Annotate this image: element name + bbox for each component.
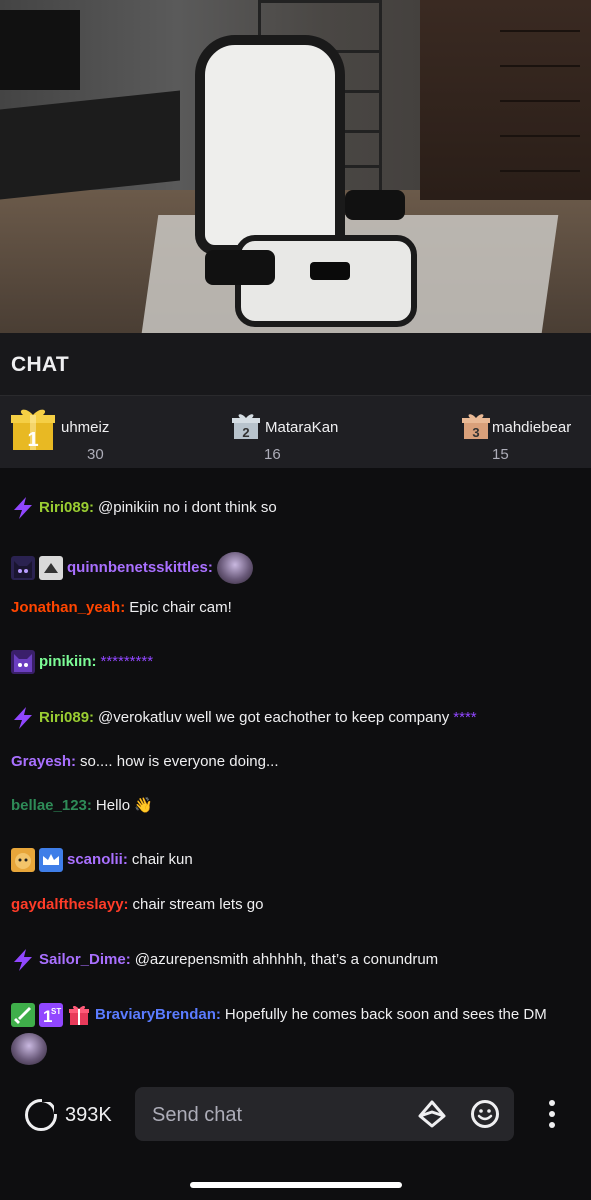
- chat-username[interactable]: gaydalftheslayy:: [11, 894, 129, 916]
- dog-emote-badge-icon: [11, 848, 35, 872]
- video-phone: [310, 262, 350, 280]
- leaderboard-name: MataraKan: [265, 419, 339, 436]
- video-monitor: [0, 10, 80, 90]
- chat-text-redacted: *********: [100, 653, 154, 670]
- svg-text:2: 2: [242, 425, 249, 440]
- video-player[interactable]: [0, 0, 591, 333]
- chat-message[interactable]: Sailor_Dime: @azurepensmith ahhhhh, that…: [11, 948, 581, 972]
- chat-username[interactable]: BraviaryBrendan:: [95, 1004, 221, 1026]
- chat-message[interactable]: scanolii: chair kun: [11, 848, 581, 872]
- send-chat-field[interactable]: [135, 1087, 514, 1143]
- chat-message[interactable]: bellae_123: Hello 👋: [11, 795, 581, 817]
- bits-diamond-icon[interactable]: [417, 1099, 447, 1129]
- chat-username[interactable]: scanolii:: [67, 849, 128, 871]
- chat-username[interactable]: quinnbenetsskittles:: [67, 557, 213, 579]
- chat-text: @pinikiin no i dont think so: [98, 499, 277, 516]
- video-chair-arm: [205, 250, 275, 285]
- video-chair-arm: [345, 190, 405, 220]
- chat-text: Hello 👋: [95, 797, 153, 814]
- channel-points-button[interactable]: 393K: [25, 1099, 112, 1131]
- gift-gold-icon: 1: [11, 409, 55, 451]
- chat-text: chair kun: [131, 851, 193, 868]
- leaderboard-count: 16: [264, 446, 281, 463]
- leaderboard-name: mahdiebear: [492, 419, 572, 436]
- leaderboard-count: 15: [492, 446, 509, 463]
- svg-text:ST: ST: [51, 1007, 61, 1016]
- chat-username[interactable]: pinikiin:: [39, 651, 97, 673]
- chat-username[interactable]: Sailor_Dime:: [39, 949, 131, 971]
- video-desk: [0, 90, 180, 200]
- chat-title: CHAT: [11, 353, 69, 376]
- chat-message[interactable]: 1 ST BraviaryBrendan: Hopefully he comes …: [11, 1003, 581, 1065]
- home-indicator[interactable]: [190, 1182, 402, 1188]
- bits-lightning-icon: [14, 497, 32, 519]
- chat-messages[interactable]: Riri089: @pinikiin no i dont think so qu…: [0, 468, 591, 1073]
- chat-message[interactable]: gaydalftheslayy: chair stream lets go: [11, 894, 581, 916]
- channel-points-icon: [25, 1099, 57, 1131]
- triangle-badge-icon: [39, 556, 63, 580]
- chat-username[interactable]: Jonathan_yeah:: [11, 597, 125, 619]
- leaderboard-count: 30: [87, 446, 104, 463]
- gift-bronze-icon: 3: [462, 414, 490, 440]
- sword-badge-icon: [11, 1003, 35, 1027]
- anime-emote-icon: [11, 1033, 47, 1065]
- leaderboard-entry-2[interactable]: 2 MataraKan 16: [232, 404, 432, 464]
- bits-lightning-icon: [14, 707, 32, 729]
- chat-message[interactable]: quinnbenetsskittles:: [11, 552, 581, 584]
- more-vertical-icon[interactable]: [540, 1099, 564, 1129]
- chat-message[interactable]: Riri089: @pinikiin no i dont think so: [11, 496, 581, 520]
- chat-input-bar: 393K: [0, 1075, 591, 1200]
- leaderboard-entry-1[interactable]: 1 uhmeiz 30: [11, 404, 211, 464]
- chat-username[interactable]: Grayesh:: [11, 751, 76, 773]
- cat-emote-badge-icon: [11, 556, 35, 580]
- chat-message[interactable]: pinikiin: *********: [11, 650, 581, 674]
- video-chair-back: [195, 35, 345, 255]
- chat-text: Hopefully he comes back soon and sees th…: [224, 1006, 547, 1023]
- emote-smiley-icon[interactable]: [470, 1099, 500, 1129]
- chat-message[interactable]: Jonathan_yeah: Epic chair cam!: [11, 597, 581, 619]
- leaderboard-entry-3[interactable]: 3 mahdiebear 15: [462, 404, 587, 464]
- chat-text: chair stream lets go: [132, 896, 264, 913]
- leaderboard-name: uhmeiz: [61, 419, 110, 436]
- chat-header: CHAT: [0, 333, 591, 396]
- gift-badge-icon: [67, 1003, 91, 1027]
- video-dresser: [420, 0, 591, 200]
- purple-cat-badge-icon: [11, 650, 35, 674]
- chat-username[interactable]: Riri089:: [39, 497, 94, 519]
- channel-points-value: 393K: [65, 1103, 112, 1126]
- chat-text: so.... how is everyone doing...: [80, 753, 279, 770]
- chat-username[interactable]: bellae_123:: [11, 795, 92, 817]
- chat-message[interactable]: Riri089: @verokatluv well we got eachoth…: [11, 706, 581, 730]
- svg-text:3: 3: [472, 425, 479, 440]
- anime-emote-icon: [216, 552, 253, 584]
- chat-text-redacted: ****: [453, 709, 477, 726]
- chat-username[interactable]: Riri089:: [39, 707, 94, 729]
- chat-text: @verokatluv well we got eachother to kee…: [98, 709, 450, 726]
- send-chat-input[interactable]: [150, 1087, 404, 1143]
- crown-badge-icon: [39, 848, 63, 872]
- bits-lightning-icon: [14, 949, 32, 971]
- chat-message[interactable]: Grayesh: so.... how is everyone doing...: [11, 751, 581, 773]
- chat-text: Epic chair cam!: [129, 599, 232, 616]
- gift-leaderboard[interactable]: 1 uhmeiz 30 2 MataraKan 16 3 mahdiebear …: [0, 396, 591, 468]
- first-badge-icon: 1 ST: [39, 1003, 63, 1027]
- chat-text: @azurepensmith ahhhhh, that’s a conundru…: [134, 951, 439, 968]
- svg-text:1: 1: [27, 429, 38, 451]
- gift-silver-icon: 2: [232, 414, 260, 440]
